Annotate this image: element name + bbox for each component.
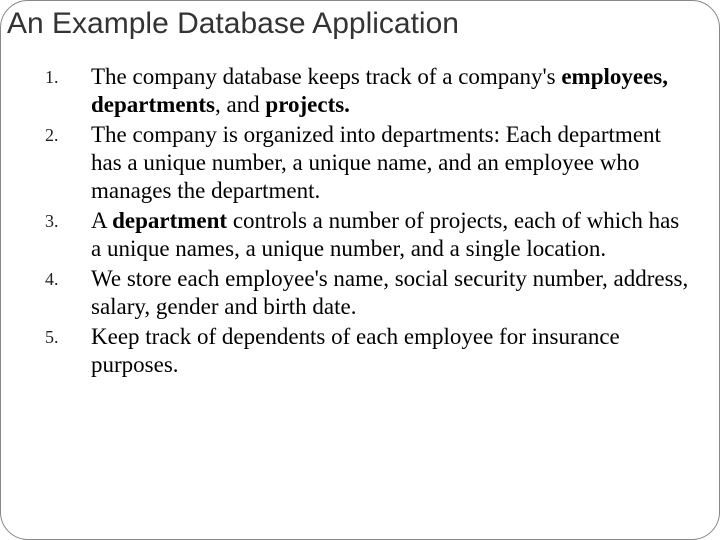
text-run: , and (215, 92, 265, 117)
list-item: 4. We store each employee's name, social… (45, 265, 689, 321)
item-number: 4. (45, 265, 91, 290)
item-body: Keep track of dependents of each employe… (91, 323, 689, 379)
item-number: 1. (45, 63, 91, 88)
numbered-list: 1. The company database keeps track of a… (45, 63, 689, 380)
item-body: A department controls a number of projec… (91, 207, 689, 263)
text-run: We store each employee's name, social se… (91, 266, 688, 319)
item-body: The company database keeps track of a co… (91, 63, 689, 119)
list-item: 5. Keep track of dependents of each empl… (45, 323, 689, 379)
text-run: Keep track of dependents of each employe… (91, 324, 620, 377)
item-number: 3. (45, 207, 91, 232)
text-run: The company database keeps track of a co… (91, 64, 561, 89)
list-item: 2. The company is organized into departm… (45, 121, 689, 205)
slide-frame: An Example Database Application 1. The c… (0, 0, 720, 540)
bold-run: projects. (265, 92, 350, 117)
text-run: A (91, 208, 112, 233)
bold-run: department (112, 208, 227, 233)
list-item: 3. A department controls a number of pro… (45, 207, 689, 263)
list-item: 1. The company database keeps track of a… (45, 63, 689, 119)
item-body: We store each employee's name, social se… (91, 265, 689, 321)
text-run: The company is organized into department… (91, 122, 661, 203)
item-body: The company is organized into department… (91, 121, 689, 205)
item-number: 2. (45, 121, 91, 146)
item-number: 5. (45, 323, 91, 348)
page-title: An Example Database Application (7, 7, 709, 41)
